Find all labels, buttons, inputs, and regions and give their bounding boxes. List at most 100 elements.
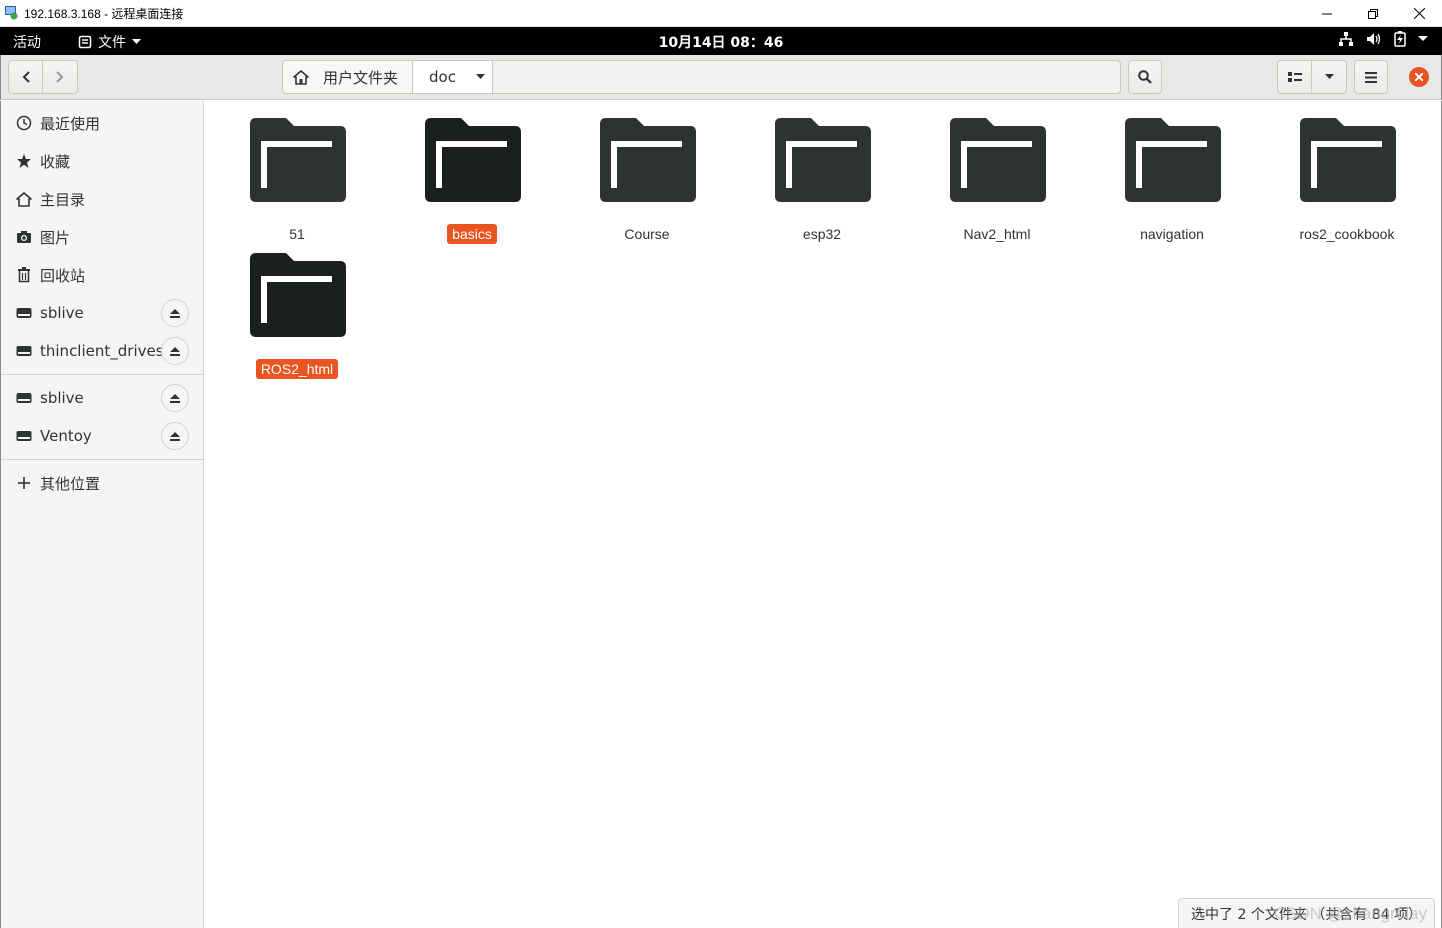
path-home-button[interactable]: 用户文件夹 <box>283 61 413 93</box>
files-app-icon <box>78 35 92 49</box>
sidebar: 最近使用 收藏 主目录 图片 回收站 sblive thinclient_dri… <box>0 101 204 928</box>
list-view-button[interactable] <box>1278 61 1312 93</box>
folder-name: ros2_cookbook <box>1299 226 1395 242</box>
forward-button[interactable] <box>43 61 77 93</box>
sidebar-item-other-locations[interactable]: 其他位置 <box>1 464 204 502</box>
sidebar-item-label: 主目录 <box>40 190 86 209</box>
clock[interactable]: 10月14日 08：46 <box>0 32 1442 52</box>
close-icon <box>1413 8 1425 19</box>
eject-icon <box>170 308 180 318</box>
volume-icon <box>1366 31 1382 47</box>
rdp-title-bar: 192.168.3.168 - 远程桌面连接 <box>0 0 1442 27</box>
home-icon <box>16 191 32 207</box>
restore-icon <box>1368 8 1378 19</box>
close-icon <box>1415 73 1423 81</box>
system-tray[interactable] <box>1338 31 1428 47</box>
sidebar-item-label: 最近使用 <box>40 114 101 133</box>
folder-item[interactable]: navigation <box>1087 118 1257 248</box>
home-icon <box>293 69 309 85</box>
folder-item[interactable]: Nav2_html <box>912 118 1082 248</box>
eject-button[interactable] <box>161 337 189 365</box>
network-icon <box>1338 31 1354 47</box>
sidebar-item-ventoy[interactable]: Ventoy <box>1 417 204 455</box>
folder-name: Nav2_html <box>963 226 1031 242</box>
folder-item[interactable]: ROS2_html <box>212 253 382 383</box>
main-menu-button[interactable] <box>1354 60 1388 94</box>
sidebar-item-pictures[interactable]: 图片 <box>1 218 204 256</box>
folder-item[interactable]: esp32 <box>737 118 907 248</box>
drive-icon <box>16 305 32 321</box>
eject-button[interactable] <box>161 384 189 412</box>
path-home-label: 用户文件夹 <box>323 68 399 87</box>
app-menu-label: 文件 <box>98 35 126 51</box>
sidebar-item-label: Ventoy <box>40 427 92 445</box>
sidebar-item-label: 图片 <box>40 228 71 247</box>
sidebar-item-starred[interactable]: 收藏 <box>1 142 204 180</box>
folder-item[interactable]: ros2_cookbook <box>1262 118 1432 248</box>
view-menu-button[interactable] <box>1312 61 1346 93</box>
folder-name-container: 51 <box>212 226 382 242</box>
window-title: 192.168.3.168 - 远程桌面连接 <box>24 7 184 21</box>
folder-name: esp32 <box>802 226 842 242</box>
close-window-button[interactable] <box>1396 0 1442 27</box>
folder-icon <box>950 118 1046 202</box>
folder-icon <box>425 118 521 202</box>
folder-name-container: esp32 <box>737 226 907 242</box>
drive-icon <box>16 428 32 444</box>
system-menu-caret-icon <box>1418 36 1428 42</box>
eject-icon <box>170 346 180 356</box>
folder-name-container: Course <box>562 226 732 242</box>
folder-item[interactable]: basics <box>387 118 557 248</box>
list-view-icon <box>1287 72 1302 82</box>
close-app-button[interactable] <box>1409 67 1429 87</box>
sidebar-item-home[interactable]: 主目录 <box>1 180 204 218</box>
view-options-group <box>1277 60 1347 94</box>
app-menu[interactable]: 文件 <box>78 32 141 52</box>
folder-name-container: Nav2_html <box>912 226 1082 242</box>
folder-item[interactable]: 51 <box>212 118 382 248</box>
drive-icon <box>16 390 32 406</box>
sidebar-item-label: sblive <box>40 304 84 322</box>
path-current-button[interactable]: doc <box>413 61 493 93</box>
sidebar-item-recent[interactable]: 最近使用 <box>1 104 204 142</box>
star-icon <box>16 153 32 169</box>
sidebar-separator <box>1 374 204 375</box>
folder-name: basics <box>447 224 497 244</box>
eject-button[interactable] <box>161 422 189 450</box>
folder-item[interactable]: Course <box>562 118 732 248</box>
sidebar-item-sblive-1[interactable]: sblive <box>1 294 204 332</box>
folder-icon <box>250 118 346 202</box>
sidebar-item-trash[interactable]: 回收站 <box>1 256 204 294</box>
file-view: 51 basics Course esp32 Nav2_html navigation ro… <box>204 101 1442 928</box>
search-button[interactable] <box>1128 60 1162 94</box>
selection-status: 选中了 2 个文件夹 （共含有 84 项） <box>1178 898 1435 928</box>
caret-down-icon <box>475 74 485 79</box>
sidebar-item-label: 其他位置 <box>40 474 101 493</box>
nav-buttons <box>8 60 78 94</box>
camera-icon <box>16 229 32 245</box>
folder-name: ROS2_html <box>255 359 339 379</box>
sidebar-item-label: 回收站 <box>40 266 86 285</box>
remote-desktop-icon <box>5 6 18 20</box>
back-button[interactable] <box>9 61 44 93</box>
sidebar-item-label: thinclient_drives <box>40 342 164 360</box>
sidebar-item-sblive-2[interactable]: sblive <box>1 379 204 417</box>
drive-icon <box>16 343 32 359</box>
header-bar: 用户文件夹 doc <box>0 55 1442 100</box>
folder-name-container: navigation <box>1087 226 1257 242</box>
folder-icon <box>250 253 346 337</box>
sidebar-item-label: sblive <box>40 389 84 407</box>
path-current-label: doc <box>429 68 456 86</box>
clock-icon <box>16 115 32 131</box>
caret-down-icon <box>132 39 141 44</box>
folder-name-container: basics <box>387 224 557 244</box>
minimize-button[interactable] <box>1304 0 1350 27</box>
chevron-right-icon <box>56 71 64 83</box>
eject-button[interactable] <box>161 299 189 327</box>
activities-button[interactable]: 活动 <box>13 32 41 52</box>
folder-icon <box>1300 118 1396 202</box>
restore-button[interactable] <box>1350 0 1396 27</box>
sidebar-item-thinclient-drives[interactable]: thinclient_drives <box>1 332 204 370</box>
folder-icon <box>775 118 871 202</box>
battery-icon <box>1394 31 1406 47</box>
